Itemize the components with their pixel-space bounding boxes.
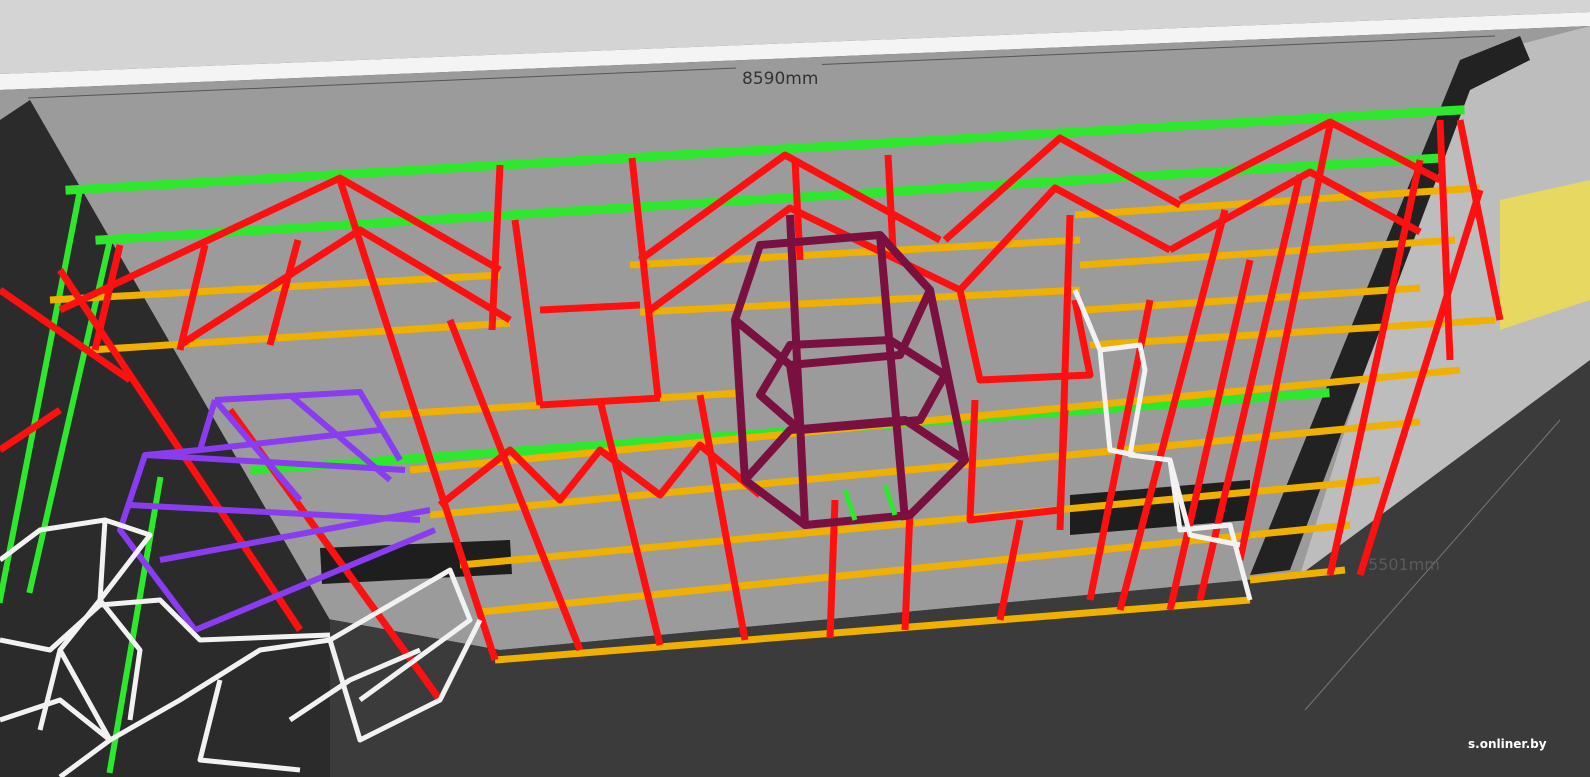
- width-dimension-label: 8590mm: [742, 69, 818, 89]
- red-post-g: [884, 154, 897, 251]
- red-v-low-2: [901, 509, 914, 631]
- red-box-top: [539, 301, 641, 314]
- depth-dimension-label: 5501mm: [1368, 555, 1440, 574]
- watermark: s.onliner.by: [1468, 737, 1547, 751]
- 3d-model-viewport: 8590mm 5501mm s.onliner.by: [0, 0, 1590, 777]
